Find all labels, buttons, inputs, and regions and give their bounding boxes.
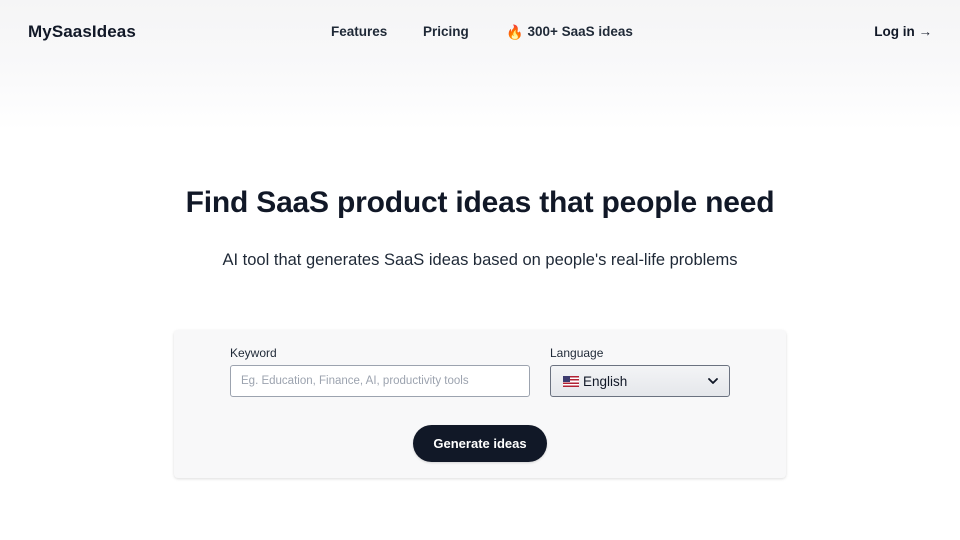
landing-page: MySaasIdeas Features Pricing 🔥 300+ SaaS… [0,0,960,540]
us-flag-icon [563,375,579,387]
fire-icon: 🔥 [506,23,524,40]
generate-ideas-button[interactable]: Generate ideas [413,425,547,462]
idea-generator-form: Keyword Language English Generate ideas [174,330,786,478]
nav-saas-ideas[interactable]: 🔥 300+ SaaS ideas [506,24,633,39]
hero-title: Find SaaS product ideas that people need [185,186,775,219]
hero-subtitle: AI tool that generates SaaS ideas based … [222,251,738,269]
main-nav: Features Pricing 🔥 300+ SaaS ideas [0,24,960,42]
header: MySaasIdeas Features Pricing 🔥 300+ SaaS… [0,0,960,64]
language-select[interactable]: English [550,365,730,397]
language-select-value: English [583,373,628,389]
language-label: Language [550,346,604,360]
keyword-input[interactable] [230,365,530,397]
nav-saas-ideas-label: 300+ SaaS ideas [527,24,633,39]
nav-pricing[interactable]: Pricing [423,24,469,39]
chevron-down-icon [708,378,718,384]
keyword-label: Keyword [230,346,277,360]
login-link[interactable]: Log in → [874,24,932,39]
nav-features[interactable]: Features [331,24,387,39]
